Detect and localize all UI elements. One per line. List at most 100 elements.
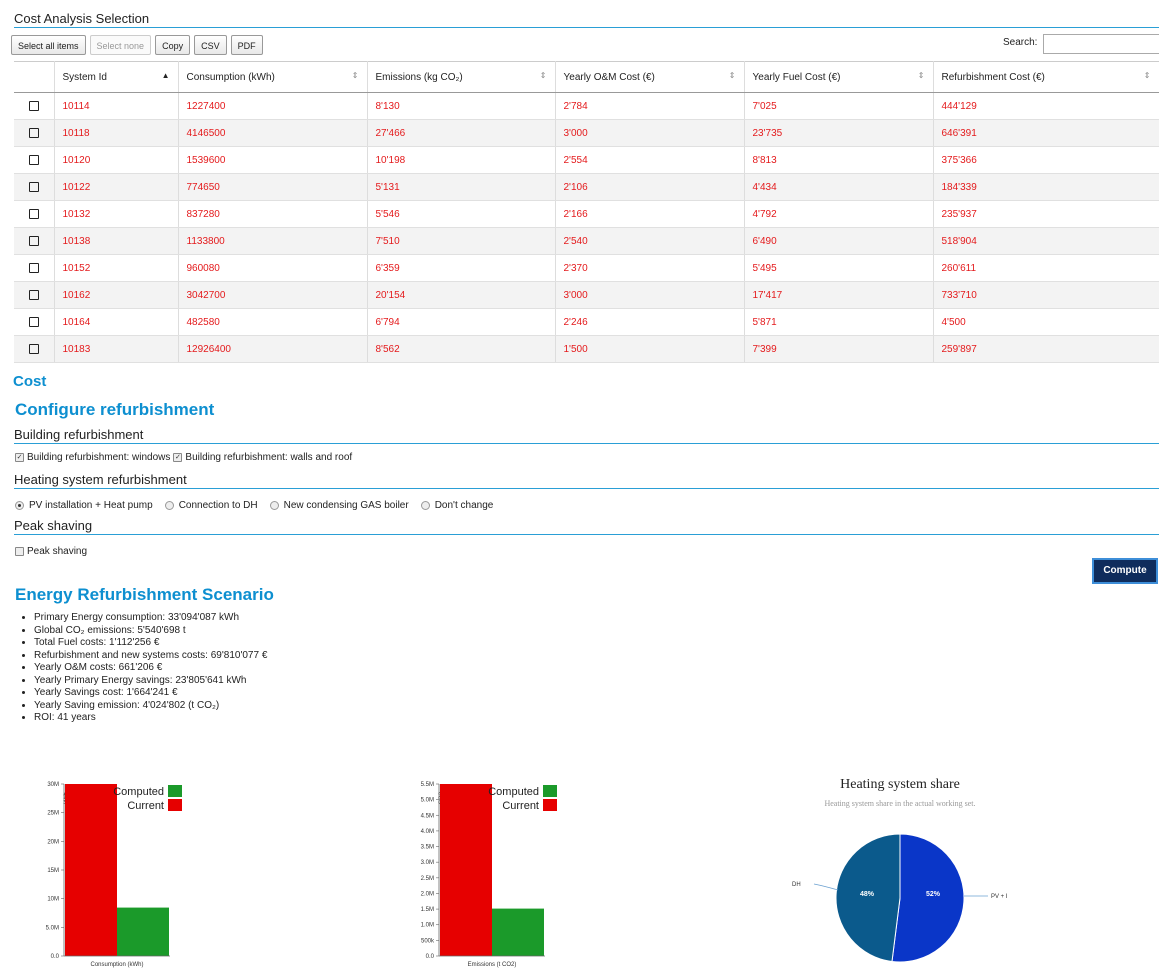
legend-swatch-computed — [543, 785, 557, 797]
row-checkbox[interactable] — [28, 127, 39, 138]
column-header-fuel-cost[interactable]: Yearly Fuel Cost (€) ⇕ — [744, 61, 934, 93]
select-all-button[interactable]: Select all items — [11, 35, 86, 55]
table-cell: 7'510 — [367, 227, 556, 255]
y-tick-label: 5.0M — [421, 798, 434, 804]
legend-swatch-current — [168, 799, 182, 811]
y-tick-label: 2.0M — [421, 891, 434, 897]
pdf-button[interactable]: PDF — [230, 35, 263, 55]
building-refurbishment-title: Building refurbishment — [14, 427, 1159, 444]
table-row[interactable]: 10138 1133800 7'510 2'540 6'490 518'904 — [14, 227, 1159, 255]
select-none-button[interactable]: Select none — [89, 35, 152, 55]
sort-icon: ⇕ — [539, 71, 547, 80]
pie-leader-line — [813, 883, 839, 891]
walls-roof-checkbox[interactable]: ✓ — [173, 453, 183, 462]
column-header-emissions[interactable]: Emissions (kg CO₂) ⇕ — [367, 61, 556, 93]
table-row[interactable]: 10183 12926400 8'562 1'500 7'399 259'897 — [14, 335, 1159, 363]
pie-value-label: 52% — [926, 891, 941, 898]
heating-options: PV installation + Heat pump Connection t… — [15, 500, 493, 511]
column-header-refurbishment-cost[interactable]: Refurbishment Cost (€) ⇕ — [933, 61, 1159, 93]
legend-label-computed: Computed — [488, 786, 539, 798]
table-cell: 1'500 — [555, 335, 745, 363]
bar-current — [65, 784, 117, 956]
table-cell: 259'897 — [933, 335, 1159, 363]
dont-change-label: Don't change — [434, 500, 494, 511]
table-cell: 444'129 — [933, 92, 1159, 120]
column-header-label: Refurbishment Cost (€) — [941, 71, 1045, 83]
table-cell: 12926400 — [178, 335, 368, 363]
scenario-result-item: Yearly O&M costs: 661'206 € — [34, 662, 267, 675]
row-checkbox[interactable] — [28, 154, 39, 165]
table-row[interactable]: 10164 482580 6'794 2'246 5'871 4'500 — [14, 308, 1159, 336]
windows-checkbox[interactable]: ✓ — [15, 453, 24, 462]
scenario-result-item: Yearly Savings cost: 1'664'241 € — [34, 687, 267, 700]
row-checkbox[interactable] — [28, 235, 39, 246]
scenario-result-item: Yearly Primary Energy savings: 23'805'64… — [34, 675, 267, 688]
table-cell: 8'130 — [367, 92, 556, 120]
table-cell: 2'370 — [555, 254, 745, 282]
section-title-cost-analysis: Cost Analysis Selection — [14, 11, 1159, 28]
table-cell: 27'466 — [367, 119, 556, 147]
csv-button[interactable]: CSV — [194, 35, 227, 55]
table-row[interactable]: 10162 3042700 20'154 3'000 17'417 733'710 — [14, 281, 1159, 309]
y-tick-label: 30M — [47, 782, 59, 788]
scenario-result-item: ROI: 41 years — [34, 712, 267, 725]
table-cell: 3'000 — [555, 119, 745, 147]
table-cell: 375'366 — [933, 146, 1159, 174]
row-checkbox[interactable] — [28, 289, 39, 300]
row-select-cell — [14, 92, 55, 120]
table-row[interactable]: 10114 1227400 8'130 2'784 7'025 444'129 — [14, 92, 1159, 120]
row-select-cell — [14, 173, 55, 201]
sort-asc-icon: ▲ — [161, 71, 170, 80]
column-header-consumption[interactable]: Consumption (kWh) ⇕ — [178, 61, 368, 93]
table-cell: 482580 — [178, 308, 368, 336]
table-cell: 6'490 — [744, 227, 934, 255]
compute-button[interactable]: Compute — [1092, 558, 1158, 584]
table-cell: 10114 — [54, 92, 179, 120]
row-select-cell — [14, 254, 55, 282]
table-cell: 774650 — [178, 173, 368, 201]
x-axis-label: Consumption (kWh) — [90, 962, 143, 968]
column-header-system-id[interactable]: System Id ▲ — [54, 61, 179, 93]
table-cell: 5'131 — [367, 173, 556, 201]
dh-label: Connection to DH — [178, 500, 258, 511]
peak-shaving-checkbox[interactable] — [15, 547, 24, 556]
row-checkbox[interactable] — [28, 100, 39, 111]
pie-category-label: PV + I — [991, 894, 1008, 900]
row-checkbox[interactable] — [28, 316, 39, 327]
table-cell: 837280 — [178, 200, 368, 228]
table-cell: 10162 — [54, 281, 179, 309]
gas-boiler-radio[interactable] — [269, 501, 279, 510]
search-input[interactable] — [1043, 34, 1159, 54]
bar-computed — [117, 907, 169, 956]
table-row[interactable]: 10120 1539600 10'198 2'554 8'813 375'366 — [14, 146, 1159, 174]
row-checkbox[interactable] — [28, 181, 39, 192]
table-cell: 10152 — [54, 254, 179, 282]
table-row[interactable]: 10122 774650 5'131 2'106 4'434 184'339 — [14, 173, 1159, 201]
row-checkbox[interactable] — [28, 208, 39, 219]
sort-icon: ⇕ — [728, 71, 736, 80]
dh-radio[interactable] — [164, 501, 174, 510]
row-checkbox[interactable] — [28, 343, 39, 354]
table-cell: 646'391 — [933, 119, 1159, 147]
y-tick-label: 1.0M — [421, 923, 434, 929]
pv-heatpump-radio[interactable] — [15, 501, 24, 510]
x-axis-label: Emissions (t CO2) — [468, 962, 517, 968]
table-cell: 1133800 — [178, 227, 368, 255]
cost-analysis-table: System Id ▲ Consumption (kWh) ⇕ Emissions … — [14, 61, 1159, 363]
row-checkbox[interactable] — [28, 262, 39, 273]
cost-heading: Cost — [13, 373, 47, 390]
table-row[interactable]: 10152 960080 6'359 2'370 5'495 260'611 — [14, 254, 1159, 282]
y-tick-label: 0.0 — [426, 954, 435, 960]
table-row[interactable]: 10132 837280 5'546 2'166 4'792 235'937 — [14, 200, 1159, 228]
dont-change-radio[interactable] — [420, 501, 430, 510]
legend-swatch-computed — [168, 785, 182, 797]
table-cell: 6'359 — [367, 254, 556, 282]
gas-boiler-label: New condensing GAS boiler — [283, 500, 409, 511]
table-row[interactable]: 10118 4146500 27'466 3'000 23'735 646'391 — [14, 119, 1159, 147]
table-cell: 1539600 — [178, 146, 368, 174]
copy-button[interactable]: Copy — [155, 35, 191, 55]
pie-category-label: DH — [792, 882, 801, 888]
row-select-cell — [14, 281, 55, 309]
column-header-om-cost[interactable]: Yearly O&M Cost (€) ⇕ — [555, 61, 745, 93]
y-tick-label: 1.5M — [421, 907, 434, 913]
